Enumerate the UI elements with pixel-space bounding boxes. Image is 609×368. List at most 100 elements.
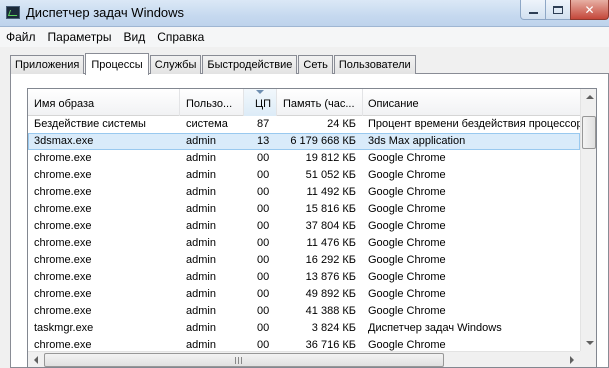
process-name: chrome.exe <box>34 220 92 232</box>
process-user: admin <box>186 339 216 351</box>
column-header-user[interactable]: Пользо... <box>180 89 244 116</box>
process-memory: 37 804 КБ <box>305 220 356 232</box>
process-user: система <box>186 118 228 130</box>
process-description: Google Chrome <box>368 220 446 232</box>
process-name: chrome.exe <box>34 169 92 181</box>
process-name: chrome.exe <box>34 271 92 283</box>
menu-options[interactable]: Параметры <box>42 30 118 44</box>
vertical-scroll-thumb[interactable] <box>582 116 596 149</box>
process-name: chrome.exe <box>34 288 92 300</box>
process-user: admin <box>186 237 216 249</box>
process-user: admin <box>186 169 216 181</box>
process-memory: 11 492 КБ <box>306 186 356 198</box>
scroll-left-button[interactable] <box>28 352 44 367</box>
process-description: Процент времени бездействия процессор <box>368 118 580 130</box>
process-description: Google Chrome <box>368 152 446 164</box>
window-title: Диспетчер задач Windows <box>26 5 185 20</box>
arrow-up-icon <box>585 95 594 99</box>
process-user: admin <box>186 305 216 317</box>
sort-descending-icon <box>256 90 264 94</box>
close-button[interactable]: ✕ <box>570 0 609 20</box>
table-row[interactable]: taskmgr.exe admin 00 3 824 КБ Диспетчер … <box>28 320 580 337</box>
tab-performance[interactable]: Быстродействие <box>202 55 298 74</box>
maximize-icon <box>553 5 563 14</box>
process-memory: 15 816 КБ <box>305 203 356 215</box>
process-name: chrome.exe <box>34 237 92 249</box>
table-row[interactable]: chrome.exe admin 00 37 804 КБ Google Chr… <box>28 218 580 235</box>
process-user: admin <box>186 186 216 198</box>
process-memory: 51 052 КБ <box>305 169 356 181</box>
scroll-up-button[interactable] <box>582 89 596 105</box>
arrow-left-icon <box>34 356 38 364</box>
horizontal-scrollbar[interactable] <box>28 351 580 367</box>
process-rows: Бездействие системы система 87 24 КБ Про… <box>28 116 580 354</box>
process-description: Google Chrome <box>368 339 446 351</box>
horizontal-scroll-thumb[interactable] <box>44 353 444 367</box>
process-description: Google Chrome <box>368 271 446 283</box>
process-memory: 13 876 КБ <box>305 271 356 283</box>
process-description: Google Chrome <box>368 169 446 181</box>
table-row[interactable]: chrome.exe admin 00 19 812 КБ Google Chr… <box>28 150 580 167</box>
title-bar[interactable]: Диспетчер задач Windows ✕ <box>0 0 609 27</box>
menu-file[interactable]: Файл <box>0 30 42 44</box>
process-description: Google Chrome <box>368 254 446 266</box>
process-user: admin <box>186 203 216 215</box>
maximize-button[interactable] <box>545 0 571 20</box>
column-header-description[interactable]: Описание <box>363 89 580 116</box>
scroll-down-button[interactable] <box>582 335 596 351</box>
table-row[interactable]: chrome.exe admin 00 51 052 КБ Google Chr… <box>28 167 580 184</box>
process-description: Google Chrome <box>368 237 446 249</box>
process-user: admin <box>186 220 216 232</box>
grip-icon <box>235 357 242 364</box>
process-description: 3ds Max application <box>368 135 466 147</box>
process-memory: 11 476 КБ <box>306 237 356 249</box>
table-row[interactable]: chrome.exe admin 00 11 476 КБ Google Chr… <box>28 235 580 252</box>
process-description: Google Chrome <box>368 288 446 300</box>
process-name: chrome.exe <box>34 152 92 164</box>
process-name: chrome.exe <box>34 186 92 198</box>
process-description: Google Chrome <box>368 203 446 215</box>
menu-view[interactable]: Вид <box>117 30 151 44</box>
process-memory: 49 892 КБ <box>305 288 356 300</box>
process-description: Диспетчер задач Windows <box>368 322 502 334</box>
menu-help[interactable]: Справка <box>151 30 210 44</box>
column-header-cpu[interactable]: ЦП <box>244 89 277 116</box>
process-user: admin <box>186 271 216 283</box>
process-memory: 16 292 КБ <box>305 254 356 266</box>
table-row-selected[interactable]: 3dsmax.exe admin 13 6 179 668 КБ 3ds Max… <box>28 133 580 150</box>
tab-network[interactable]: Сеть <box>298 55 333 74</box>
process-name: chrome.exe <box>34 203 92 215</box>
scrollbar-corner <box>580 351 596 367</box>
process-memory: 3 824 КБ <box>311 322 356 334</box>
minimize-button[interactable] <box>520 0 546 20</box>
column-header-cpu-label: ЦП <box>255 98 272 110</box>
arrow-right-icon <box>570 356 574 364</box>
table-row[interactable]: chrome.exe admin 00 13 876 КБ Google Chr… <box>28 269 580 286</box>
vertical-scrollbar[interactable] <box>580 89 596 351</box>
tab-services[interactable]: Службы <box>149 55 202 74</box>
process-name: Бездействие системы <box>34 118 146 130</box>
tab-processes[interactable]: Процессы <box>85 53 149 75</box>
process-name: taskmgr.exe <box>34 322 94 334</box>
column-header-name[interactable]: Имя образа <box>28 89 180 116</box>
table-row[interactable]: chrome.exe admin 00 16 292 КБ Google Chr… <box>28 252 580 269</box>
tab-strip: Приложения Процессы Службы Быстродействи… <box>10 52 417 75</box>
table-row[interactable]: chrome.exe admin 00 49 892 КБ Google Chr… <box>28 286 580 303</box>
table-row[interactable]: Бездействие системы система 87 24 КБ Про… <box>28 116 580 133</box>
table-row[interactable]: chrome.exe admin 00 41 388 КБ Google Chr… <box>28 303 580 320</box>
column-header-memory[interactable]: Память (час... <box>277 89 363 116</box>
table-row[interactable]: chrome.exe admin 00 15 816 КБ Google Chr… <box>28 201 580 218</box>
tab-users[interactable]: Пользователи <box>333 55 416 74</box>
table-row[interactable]: chrome.exe admin 00 11 492 КБ Google Chr… <box>28 184 580 201</box>
process-list[interactable]: Имя образа Пользо... ЦП Память (час... О… <box>27 88 597 368</box>
scroll-right-button[interactable] <box>564 352 580 367</box>
process-user: admin <box>186 288 216 300</box>
menu-bar: Файл Параметры Вид Справка <box>0 27 609 47</box>
process-memory: 24 КБ <box>327 118 356 130</box>
process-user: admin <box>186 135 216 147</box>
process-user: admin <box>186 322 216 334</box>
task-manager-icon <box>6 6 20 19</box>
tab-applications[interactable]: Приложения <box>10 55 85 74</box>
process-name: chrome.exe <box>34 254 92 266</box>
minimize-icon <box>528 11 538 14</box>
